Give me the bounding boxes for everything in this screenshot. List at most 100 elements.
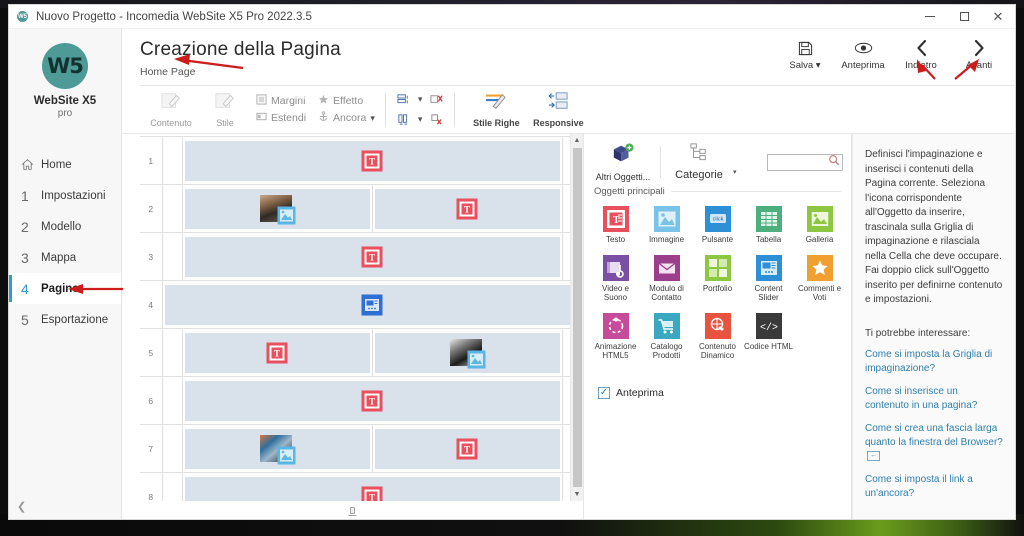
- preview-button[interactable]: Anteprima: [837, 35, 889, 71]
- grid-gutter-cell[interactable]: [161, 184, 183, 233]
- row-style-button[interactable]: Stile Righe: [465, 91, 527, 128]
- object-item-contenuto-dinamico[interactable]: Contenuto Dinamico: [692, 310, 743, 364]
- grid-gutter-cell[interactable]: [562, 328, 570, 377]
- grid-cell[interactable]: [181, 184, 373, 233]
- caret-up-icon[interactable]: ▲: [571, 134, 584, 147]
- minimize-icon[interactable]: [913, 5, 947, 29]
- chevron-down-icon[interactable]: ▾: [733, 168, 737, 176]
- grid-gutter-cell[interactable]: [562, 376, 570, 425]
- object-item-immagine[interactable]: Immagine: [641, 203, 692, 248]
- grid-cell[interactable]: T: [181, 232, 563, 281]
- anchor-command[interactable]: Ancora ▾: [318, 111, 375, 125]
- object-item-animazione-html5[interactable]: Animazione HTML5: [590, 310, 641, 364]
- grid-gutter-cell[interactable]: [562, 424, 570, 473]
- chevron-down-icon[interactable]: ▾: [370, 113, 375, 124]
- grid-row[interactable]: 7 T: [140, 424, 570, 473]
- back-button[interactable]: Indietro: [895, 35, 947, 71]
- grid-vertical-scrollbar[interactable]: ▲ ▼: [570, 134, 583, 501]
- delete-row-icon[interactable]: [429, 93, 444, 107]
- cell-content-text[interactable]: T: [374, 428, 560, 469]
- help-link-fascia[interactable]: Come si crea una fascia larga quanto la …: [865, 422, 1003, 464]
- grid-row[interactable]: 3 T: [140, 232, 570, 281]
- sidebar-item-impostazioni[interactable]: 1 Impostazioni: [9, 180, 121, 211]
- object-item-tabella[interactable]: Tabella: [743, 203, 794, 248]
- chevron-down-icon[interactable]: ▾: [418, 94, 423, 105]
- maximize-icon[interactable]: [947, 5, 981, 29]
- object-item-codice-html[interactable]: </> Codice HTML: [743, 310, 794, 364]
- resize-grip-icon[interactable]: [348, 505, 357, 516]
- grid-cell[interactable]: [181, 424, 373, 473]
- caret-down-icon[interactable]: ▼: [571, 488, 584, 501]
- search-field[interactable]: [770, 157, 828, 167]
- forward-button[interactable]: Avanti: [953, 35, 1005, 71]
- content-button[interactable]: Contenuto: [144, 91, 198, 128]
- grid-row[interactable]: 6 T: [140, 376, 570, 425]
- style-button[interactable]: Stile: [198, 91, 252, 128]
- object-item-catalogo-prodotti[interactable]: Catalogo Prodotti: [641, 310, 692, 364]
- categories-button[interactable]: Categorie: [667, 143, 731, 181]
- cell-content-text[interactable]: T: [184, 332, 370, 373]
- help-link-ancora[interactable]: Come si imposta il link a un'ancora?: [865, 473, 1003, 501]
- cell-content-text[interactable]: T: [184, 380, 560, 421]
- grid-gutter-cell[interactable]: [161, 136, 183, 185]
- sidebar-item-home[interactable]: Home: [9, 149, 121, 180]
- insert-row-icon[interactable]: [396, 93, 411, 107]
- cell-content-image[interactable]: [374, 332, 560, 373]
- effect-command[interactable]: Effetto: [318, 94, 375, 108]
- help-link-griglia[interactable]: Come si imposta la Griglia di impaginazi…: [865, 348, 1003, 376]
- responsive-button[interactable]: Responsive: [527, 91, 589, 128]
- grid-gutter-cell[interactable]: [562, 184, 570, 233]
- cell-content-text[interactable]: T: [374, 188, 560, 229]
- close-icon[interactable]: ✕: [981, 5, 1015, 29]
- insert-column-icon[interactable]: [396, 113, 411, 127]
- grid-gutter-cell[interactable]: [161, 328, 183, 377]
- cell-content-image[interactable]: [184, 428, 370, 469]
- grid-cell[interactable]: T: [371, 424, 564, 473]
- chevron-down-icon[interactable]: ▾: [418, 114, 423, 125]
- grid-row-fullwidth[interactable]: 4: [140, 280, 570, 329]
- grid-gutter-cell[interactable]: [562, 472, 570, 501]
- cell-content-slider[interactable]: [164, 284, 570, 325]
- object-item-pulsante[interactable]: click Pulsante: [692, 203, 743, 248]
- more-objects-button[interactable]: Altri Oggetti...: [592, 142, 654, 182]
- grid-gutter-cell[interactable]: [161, 472, 183, 501]
- object-item-video-suono[interactable]: Video e Suono: [590, 252, 641, 306]
- object-item-portfolio[interactable]: Portfolio: [692, 252, 743, 306]
- cell-content-image[interactable]: [184, 188, 370, 229]
- margins-command[interactable]: Margini: [256, 94, 306, 108]
- checkbox-box[interactable]: ✓: [598, 387, 610, 399]
- extend-command[interactable]: Estendi: [256, 111, 306, 125]
- preview-checkbox[interactable]: ✓ Anteprima: [584, 373, 851, 399]
- grid-gutter-cell[interactable]: [161, 376, 183, 425]
- grid-row[interactable]: 2 T: [140, 184, 570, 233]
- scrollbar-thumb[interactable]: [572, 148, 582, 487]
- grid-gutter-cell[interactable]: [562, 232, 570, 281]
- search-input[interactable]: [767, 153, 843, 171]
- grid-cell-fullwidth[interactable]: [161, 280, 570, 329]
- external-link-icon[interactable]: ←: [867, 450, 880, 461]
- chevron-left-icon[interactable]: ❮: [17, 500, 26, 513]
- object-item-galleria[interactable]: Galleria: [794, 203, 845, 248]
- help-link-contenuto[interactable]: Come si inserisce un contenuto in una pa…: [865, 385, 1003, 413]
- save-button[interactable]: Salva ▾: [779, 35, 831, 71]
- sidebar-item-mappa[interactable]: 3 Mappa: [9, 242, 121, 273]
- grid-row[interactable]: 5 T: [140, 328, 570, 377]
- grid-row[interactable]: 8 T: [140, 472, 570, 501]
- grid-cell[interactable]: T: [181, 376, 563, 425]
- grid-row[interactable]: 1 T: [140, 136, 570, 185]
- delete-column-icon[interactable]: [429, 113, 444, 127]
- cell-content-text[interactable]: T: [184, 476, 560, 501]
- sidebar-item-esportazione[interactable]: 5 Esportazione: [9, 304, 121, 335]
- grid-cell[interactable]: T: [181, 328, 373, 377]
- cell-content-text[interactable]: T: [184, 236, 560, 277]
- grid-gutter-cell[interactable]: [161, 232, 183, 281]
- cell-content-text[interactable]: T: [184, 140, 560, 181]
- grid-cell[interactable]: T: [181, 472, 563, 501]
- grid-cell[interactable]: T: [181, 136, 563, 185]
- grid-cell[interactable]: [371, 328, 564, 377]
- grid-gutter-cell[interactable]: [161, 424, 183, 473]
- object-item-testo[interactable]: T Testo: [590, 203, 641, 248]
- object-item-modulo-contatto[interactable]: Modulo di Contatto: [641, 252, 692, 306]
- grid-cell[interactable]: T: [371, 184, 564, 233]
- sidebar-item-pagine[interactable]: 4 Pagine: [9, 273, 121, 304]
